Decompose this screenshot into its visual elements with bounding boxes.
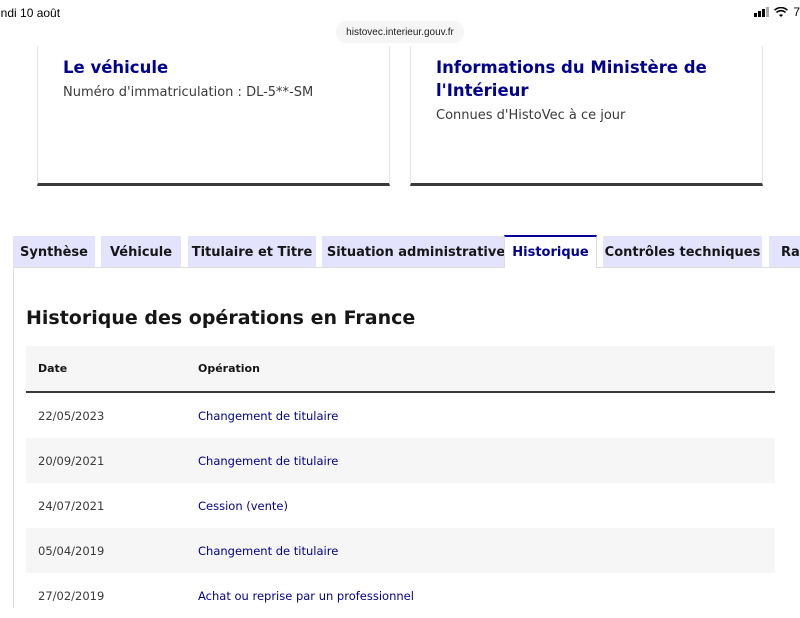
tab-synthese[interactable]: Synthèse: [13, 236, 95, 268]
row-operation: Changement de titulaire: [198, 543, 339, 558]
ministry-card-description: Connues d'HistoVec à ce jour: [436, 108, 626, 123]
row-date: 05/04/2019: [38, 543, 105, 558]
table-row: 22/05/2023 Changement de titulaire: [26, 393, 775, 438]
row-operation: Cession (vente): [198, 498, 288, 513]
vehicle-card-title: Le véhicule: [63, 58, 169, 77]
tab-historique[interactable]: Historique: [504, 235, 597, 268]
status-date: undi 10 août: [0, 6, 61, 20]
row-operation: Changement de titulaire: [198, 408, 339, 423]
history-table: Date Opération 22/05/2023 Changement de …: [26, 346, 775, 618]
row-date: 24/07/2021: [38, 498, 105, 513]
tab-vehicule[interactable]: Véhicule: [101, 236, 181, 268]
row-date: 22/05/2023: [38, 408, 105, 423]
tab-rapport[interactable]: Rap: [769, 236, 800, 268]
row-date: 20/09/2021: [38, 453, 105, 468]
vehicle-card-description: Numéro d'immatriculation : DL-5**-SM: [63, 85, 314, 100]
tab-titulaire-titre[interactable]: Titulaire et Titre: [188, 236, 316, 268]
row-operation: Achat ou reprise par un professionnel: [198, 588, 414, 603]
column-header-operation: Opération: [198, 362, 260, 375]
row-operation: Changement de titulaire: [198, 453, 339, 468]
status-icons: 7: [754, 5, 800, 19]
table-row: 05/04/2019 Changement de titulaire: [26, 528, 775, 573]
table-header: Date Opération: [26, 346, 775, 393]
ministry-card: Informations du Ministère de l'Intérieur…: [410, 46, 763, 186]
tab-list: Synthèse Véhicule Titulaire et Titre Sit…: [13, 235, 800, 268]
table-row: 24/07/2021 Cession (vente): [26, 483, 775, 528]
tab-controles-techniques[interactable]: Contrôles techniques: [603, 236, 762, 268]
column-header-date: Date: [38, 362, 68, 375]
table-row: 27/02/2019 Achat ou reprise par un profe…: [26, 573, 775, 618]
ministry-card-title: Informations du Ministère de l'Intérieur: [436, 58, 707, 100]
tab-situation-administrative[interactable]: Situation administrative: [322, 236, 510, 268]
battery-percent: 7: [793, 5, 800, 19]
wifi-icon: [774, 6, 789, 17]
row-date: 27/02/2019: [38, 588, 105, 603]
table-row: 20/09/2021 Changement de titulaire: [26, 438, 775, 483]
url-bar[interactable]: histovec.interieur.gouv.fr: [336, 21, 464, 43]
table-body: 22/05/2023 Changement de titulaire 20/09…: [26, 393, 775, 618]
vehicle-card: Le véhicule Numéro d'immatriculation : D…: [37, 46, 390, 186]
history-title: Historique des opérations en France: [26, 307, 416, 329]
cellular-signal-icon: [754, 7, 770, 17]
